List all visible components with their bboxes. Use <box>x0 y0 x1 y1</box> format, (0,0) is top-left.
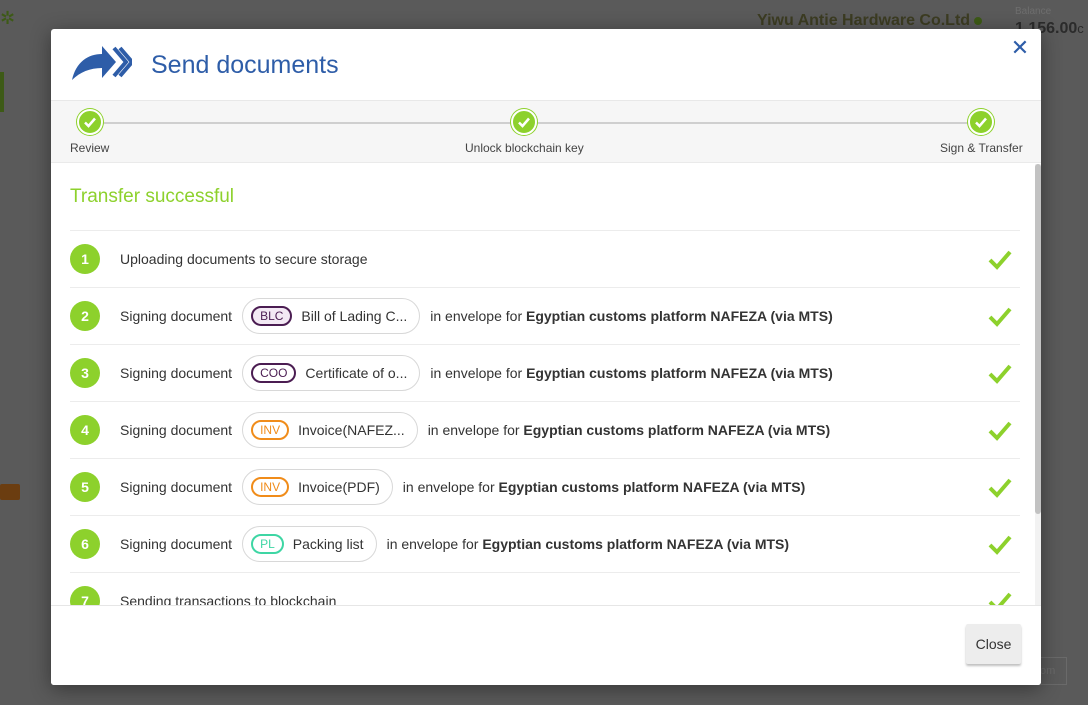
company-name: Yiwu Antie Hardware Co.Ltd <box>757 12 983 30</box>
leaf-logo-icon: ✲ <box>0 8 16 28</box>
document-chip[interactable]: PL Packing list <box>242 526 377 562</box>
list-item: 3 Signing document COO Certificate of o.… <box>70 344 1020 401</box>
list-item: 5 Signing document INV Invoice(PDF) in e… <box>70 458 1020 515</box>
success-title: Transfer successful <box>70 186 235 207</box>
row-envelope-text: in envelope for Egyptian customs platfor… <box>427 422 831 438</box>
verified-dot-icon <box>974 17 983 25</box>
balance-label: Balance <box>1015 6 1052 17</box>
document-type-tag: INV <box>251 420 290 440</box>
progress-stepper: Review Unlock blockchain key Sign & Tran… <box>51 101 1041 163</box>
step-complete-check-icon <box>76 109 103 135</box>
document-type-tag: PL <box>251 534 284 554</box>
close-x-icon[interactable]: ✕ <box>1009 37 1031 59</box>
row-text: Signing document <box>120 536 233 552</box>
check-icon <box>988 307 1012 327</box>
document-type-tag: COO <box>251 363 297 383</box>
row-envelope-text: in envelope for Egyptian customs platfor… <box>402 479 806 495</box>
list-item: 2 Signing document BLC Bill of Lading C.… <box>70 287 1020 344</box>
list-item: 4 Signing document INV Invoice(NAFEZ... … <box>70 401 1020 458</box>
list-item: 6 Signing document PL Packing list in en… <box>70 515 1020 572</box>
check-icon <box>988 364 1012 384</box>
step-review: Review <box>70 109 109 155</box>
row-envelope-text: in envelope for Egyptian customs platfor… <box>386 536 790 552</box>
background-button: om <box>1037 657 1067 685</box>
document-chip[interactable]: INV Invoice(NAFEZ... <box>242 412 418 448</box>
document-type-tag: BLC <box>251 306 293 326</box>
document-name: Packing list <box>292 536 364 552</box>
modal-title: Send documents <box>151 51 339 79</box>
background-badge <box>0 484 20 500</box>
row-text: Signing document <box>120 308 233 324</box>
document-name: Certificate of o... <box>305 365 408 381</box>
close-button[interactable]: Close <box>966 624 1021 664</box>
list-item: 7 Sending transactions to blockchain <box>70 572 1020 605</box>
send-documents-modal: Send documents ✕ Review Unlock blockchai… <box>51 29 1041 685</box>
check-icon <box>988 535 1012 555</box>
document-chip[interactable]: BLC Bill of Lading C... <box>242 298 421 334</box>
step-number: 4 <box>70 415 100 445</box>
row-envelope-text: in envelope for Egyptian customs platfor… <box>430 365 833 381</box>
step-complete-check-icon <box>511 109 538 135</box>
step-number: 5 <box>70 472 100 502</box>
step-number: 3 <box>70 358 100 388</box>
document-type-tag: INV <box>251 477 290 497</box>
step-unlock-key: Unlock blockchain key <box>465 109 584 155</box>
step-label: Unlock blockchain key <box>465 141 584 155</box>
step-label: Review <box>70 141 110 155</box>
check-icon <box>988 421 1012 441</box>
row-text: Signing document <box>120 479 233 495</box>
modal-footer: Close <box>51 605 1041 685</box>
step-number: 1 <box>70 244 100 274</box>
progress-list: 1 Uploading documents to secure storage … <box>70 230 1020 605</box>
list-item: 1 Uploading documents to secure storage <box>70 230 1020 287</box>
modal-content[interactable]: Transfer successful 1 Uploading document… <box>51 164 1041 605</box>
step-number: 6 <box>70 529 100 559</box>
document-chip[interactable]: INV Invoice(PDF) <box>242 469 393 505</box>
step-complete-check-icon <box>968 109 995 135</box>
row-text: Uploading documents to secure storage <box>120 251 368 267</box>
sidebar-accent <box>0 72 4 112</box>
scrollbar[interactable] <box>1035 164 1041 605</box>
document-name: Invoice(NAFEZ... <box>298 422 405 438</box>
step-number: 2 <box>70 301 100 331</box>
row-text: Signing document <box>120 365 233 381</box>
row-envelope-text: in envelope for Egyptian customs platfor… <box>430 308 833 324</box>
modal-header: Send documents ✕ <box>51 29 1041 101</box>
document-chip[interactable]: COO Certificate of o... <box>242 355 421 391</box>
document-name: Bill of Lading C... <box>301 308 408 324</box>
document-name: Invoice(PDF) <box>298 479 380 495</box>
scrollbar-thumb[interactable] <box>1035 164 1041 514</box>
check-icon <box>988 592 1012 605</box>
row-text: Signing document <box>120 422 233 438</box>
send-arrow-logo-icon <box>72 46 132 80</box>
check-icon <box>988 250 1012 270</box>
step-label: Sign & Transfer <box>940 141 1023 155</box>
row-text: Sending transactions to blockchain <box>120 593 337 605</box>
step-number: 7 <box>70 586 100 605</box>
step-sign-transfer: Sign & Transfer <box>940 109 1023 155</box>
check-icon <box>988 478 1012 498</box>
